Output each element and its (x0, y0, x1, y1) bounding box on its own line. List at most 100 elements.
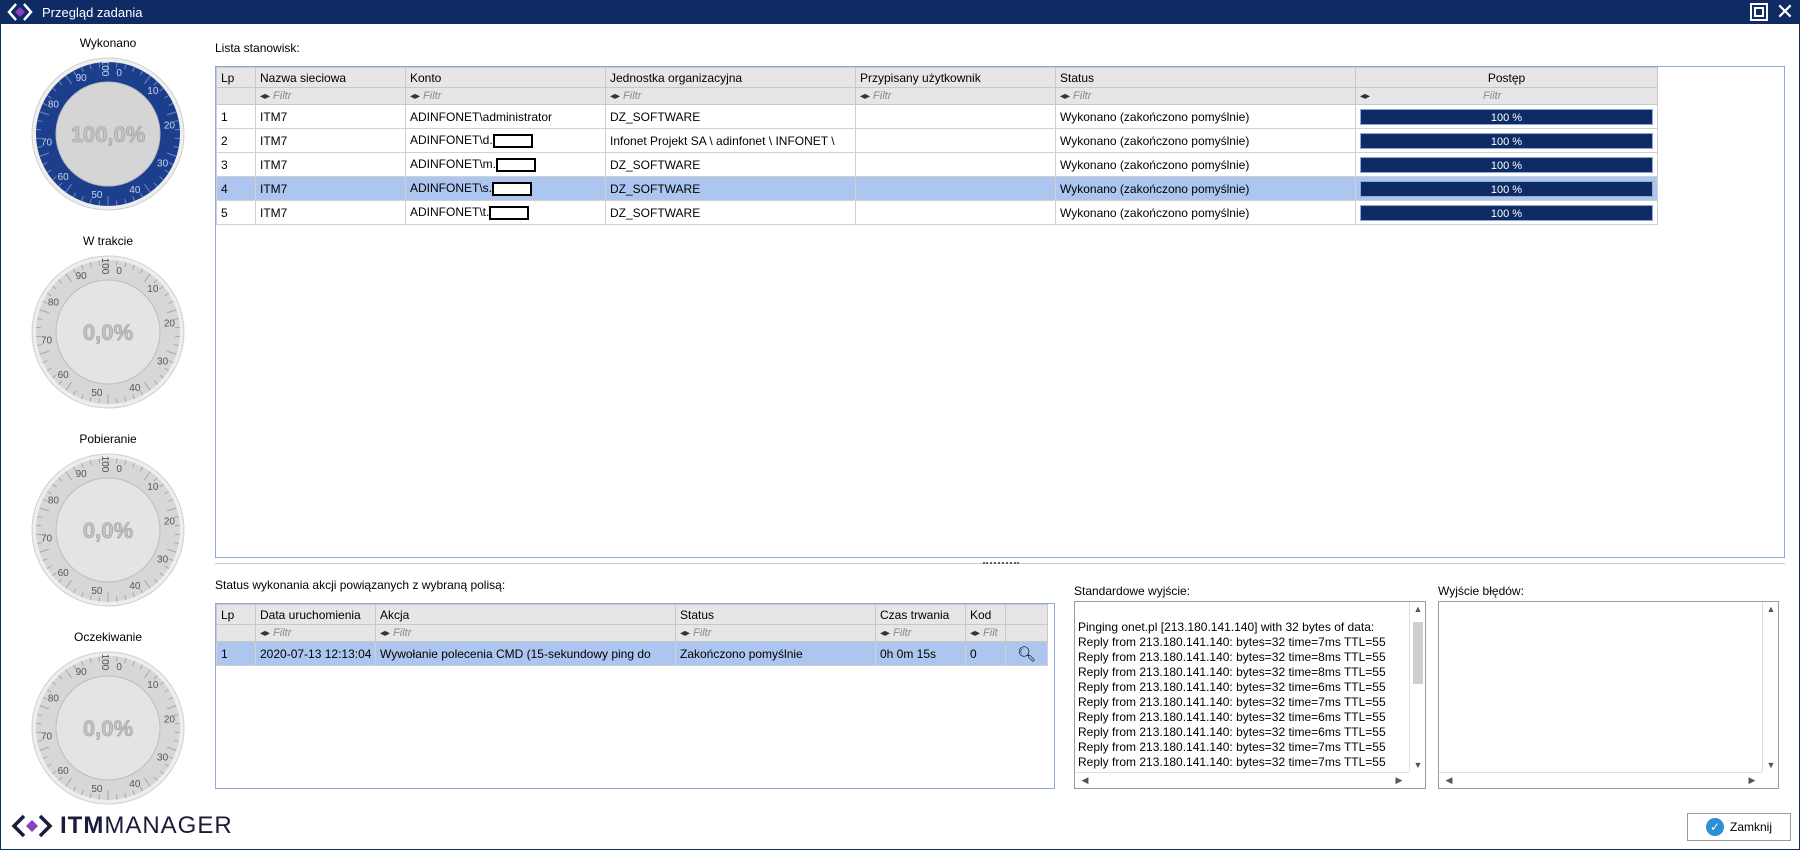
filter-placeholder: Filtr (1483, 90, 1502, 102)
stdout-vertical-scrollbar[interactable]: ▲ ▼ (1409, 602, 1425, 772)
column-header[interactable]: Jednostka organizacyjna (605, 67, 856, 88)
cell-unit[interactable]: DZ_SOFTWARE (605, 152, 856, 177)
scroll-down-icon[interactable]: ▼ (1410, 760, 1426, 770)
gauge-scale-label: 30 (157, 554, 169, 565)
column-header[interactable]: Kod (965, 604, 1006, 625)
cell-progress[interactable]: 100 % (1355, 128, 1658, 153)
table-row[interactable]: 1 2020-07-13 12:13:04 Wywołanie polecenia … (216, 641, 1048, 666)
filter-cell[interactable]: ◂▸ Filtr (375, 624, 676, 642)
filter-cell[interactable]: ◂▸ Filtr (255, 87, 406, 105)
cell-progress[interactable]: 100 % (1355, 176, 1658, 201)
column-header[interactable]: Lp (216, 67, 256, 88)
cell-account[interactable]: ADINFONET\s. (405, 176, 606, 201)
cell-name[interactable]: ITM7 (255, 104, 406, 129)
cell-date[interactable]: 2020-07-13 12:13:04 (255, 641, 376, 666)
cell-name[interactable]: ITM7 (255, 200, 406, 225)
filter-cell[interactable]: ◂▸ Filtr (605, 87, 856, 105)
scroll-right-icon[interactable]: ▶ (1391, 775, 1407, 786)
table-row[interactable]: 4 ITM7 ADINFONET\s. DZ_SOFTWARE Wykonano (za… (216, 176, 1658, 201)
gauge-1: W trakcie 0 10 20 30 40 50 60 70 80 90 100 0,0% (28, 234, 188, 410)
gauge-scale-label: 100 (99, 60, 110, 77)
stderr-vertical-scrollbar[interactable]: ▲ ▼ (1762, 602, 1778, 772)
cell-user[interactable] (855, 104, 1056, 129)
cell-user[interactable] (855, 152, 1056, 177)
column-header[interactable]: Postęp (1355, 67, 1658, 88)
column-header[interactable]: Data uruchomienia (255, 604, 376, 625)
cell-name[interactable]: ITM7 (255, 176, 406, 201)
scroll-left-icon[interactable]: ◀ (1441, 775, 1457, 786)
scroll-left-icon[interactable]: ◀ (1077, 775, 1093, 786)
cell-unit[interactable]: Infonet Projekt SA \ adinfonet \ INFONET… (605, 128, 856, 153)
cell-action[interactable]: Wywołanie polecenia CMD (15-sekundowy pi… (375, 641, 676, 666)
cell-status[interactable]: Wykonano (zakończono pomyślnie) (1055, 128, 1356, 153)
maximize-icon[interactable] (1750, 3, 1768, 21)
filter-cell[interactable]: ◂▸ Filtr (1355, 87, 1658, 105)
close-button[interactable]: ✓ Zamknij (1687, 813, 1791, 841)
cell-status[interactable]: Zakończono pomyślnie (675, 641, 876, 666)
table-row[interactable]: 3 ITM7 ADINFONET\m. DZ_SOFTWARE Wykonano (za… (216, 152, 1658, 177)
scroll-down-icon[interactable]: ▼ (1763, 760, 1779, 770)
cell-status[interactable]: Wykonano (zakończono pomyślnie) (1055, 176, 1356, 201)
column-header[interactable]: Czas trwania (875, 604, 966, 625)
cell-account[interactable]: ADINFONET\administrator (405, 104, 606, 129)
filter-cell[interactable]: ◂▸ Filtr (675, 624, 876, 642)
table-row[interactable]: 5 ITM7 ADINFONET\t. DZ_SOFTWARE Wykonano (za… (216, 200, 1658, 225)
stderr-textbox[interactable]: ▲ ▼ ◀ ▶ (1438, 601, 1779, 789)
cell-status[interactable]: Wykonano (zakończono pomyślnie) (1055, 104, 1356, 129)
gauge-scale-label: 50 (91, 784, 103, 795)
cell-unit[interactable]: DZ_SOFTWARE (605, 200, 856, 225)
cell-status[interactable]: Wykonano (zakończono pomyślnie) (1055, 200, 1356, 225)
column-header[interactable]: Nazwa sieciowa (255, 67, 406, 88)
cell-user[interactable] (855, 128, 1056, 153)
filter-cell[interactable]: ◂▸ Filtr (855, 87, 1056, 105)
row-number: 1 (216, 641, 256, 666)
cell-progress[interactable]: 100 % (1355, 152, 1658, 177)
gauge-scale-label: 10 (147, 86, 159, 97)
column-header[interactable]: Przypisany użytkownik (855, 67, 1056, 88)
cell-name[interactable]: ITM7 (255, 128, 406, 153)
cell-status[interactable]: Wykonano (zakończono pomyślnie) (1055, 152, 1356, 177)
window-title: Przegląd zadania (42, 4, 143, 20)
cell-unit[interactable]: DZ_SOFTWARE (605, 104, 856, 129)
stderr-horizontal-scrollbar[interactable]: ◀ ▶ (1439, 772, 1762, 788)
close-icon[interactable]: ✕ (1776, 1, 1794, 23)
column-header[interactable]: Konto (405, 67, 606, 88)
column-header[interactable]: Lp (216, 604, 256, 625)
gauge-scale-label: 70 (41, 533, 53, 544)
cell-name[interactable]: ITM7 (255, 152, 406, 177)
gauge-scale-label: 50 (91, 190, 103, 201)
cell-account[interactable]: ADINFONET\t. (405, 200, 606, 225)
cell-progress[interactable]: 100 % (1355, 104, 1658, 129)
stdout-textbox[interactable]: Pinging onet.pl [213.180.141.140] with 3… (1074, 601, 1426, 789)
column-header[interactable]: Status (1055, 67, 1356, 88)
stdout-line: Reply from 213.180.141.140: bytes=32 tim… (1078, 635, 1386, 649)
cell-unit[interactable]: DZ_SOFTWARE (605, 176, 856, 201)
column-header[interactable]: Akcja (375, 604, 676, 625)
scroll-right-icon[interactable]: ▶ (1744, 775, 1760, 786)
filter-icon: ◂▸ (880, 628, 891, 639)
scroll-up-icon[interactable]: ▲ (1763, 604, 1779, 614)
splitter-handle[interactable] (215, 562, 1785, 567)
cell-account[interactable]: ADINFONET\m. (405, 152, 606, 177)
cell-details[interactable]: 🔍︎ (1005, 641, 1048, 666)
cell-code[interactable]: 0 (965, 641, 1006, 666)
table-row[interactable]: 2 ITM7 ADINFONET\d. Infonet Projekt SA \ ad… (216, 128, 1658, 153)
cell-user[interactable] (855, 176, 1056, 201)
scroll-thumb[interactable] (1413, 622, 1423, 684)
filter-cell[interactable]: ◂▸ Filtr (1055, 87, 1356, 105)
cell-account[interactable]: ADINFONET\d. (405, 128, 606, 153)
table-row[interactable]: 1 ITM7 ADINFONET\administrator DZ_SOFTWARE W… (216, 104, 1658, 129)
search-icon[interactable]: 🔍︎ (1017, 646, 1036, 663)
filter-cell[interactable]: ◂▸ Filtr (405, 87, 606, 105)
stdout-horizontal-scrollbar[interactable]: ◀ ▶ (1075, 772, 1409, 788)
cell-progress[interactable]: 100 % (1355, 200, 1658, 225)
filter-cell[interactable]: ◂▸ Filtr (875, 624, 966, 642)
cell-duration[interactable]: 0h 0m 15s (875, 641, 966, 666)
filter-cell[interactable]: ◂▸ Filt (965, 624, 1006, 642)
filter-placeholder: Filtr (1073, 90, 1092, 102)
filter-cell[interactable]: ◂▸ Filtr (255, 624, 376, 642)
cell-user[interactable] (855, 200, 1056, 225)
gauge-scale-label: 90 (76, 271, 88, 282)
scroll-up-icon[interactable]: ▲ (1410, 604, 1426, 614)
column-header[interactable]: Status (675, 604, 876, 625)
